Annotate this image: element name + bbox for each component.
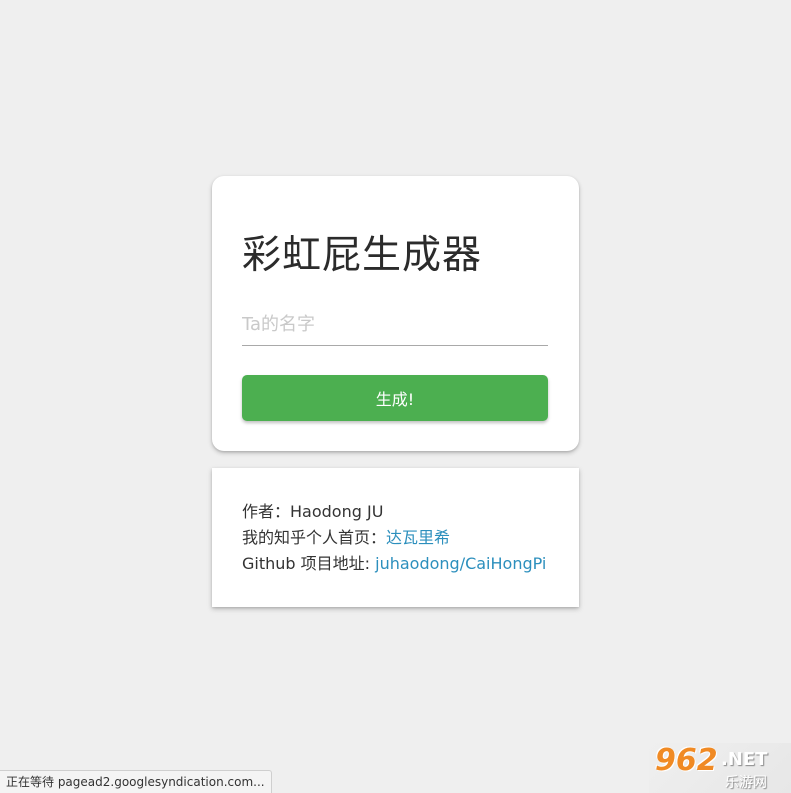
zhihu-line: 我的知乎个人首页：达瓦里希	[242, 525, 579, 551]
generate-button[interactable]: 生成!	[242, 375, 548, 421]
generator-card: 彩虹屁生成器 生成!	[212, 176, 579, 451]
watermark-number: 962	[655, 743, 718, 778]
browser-status-bar: 正在等待 pagead2.googlesyndication.com...	[0, 770, 272, 793]
site-watermark-logo: 962 .NET 乐游网	[649, 743, 791, 793]
github-link[interactable]: juhaodong/CaiHongPi	[375, 554, 546, 573]
zhihu-label: 我的知乎个人首页：	[242, 528, 387, 547]
watermark-net: .NET	[721, 749, 768, 770]
name-input[interactable]	[242, 304, 548, 346]
author-line: 作者：Haodong JU	[242, 499, 579, 525]
info-card: 作者：Haodong JU 我的知乎个人首页：达瓦里希 Github 项目地址:…	[212, 468, 579, 607]
github-label: Github 项目地址:	[242, 554, 376, 573]
author-label: 作者：	[242, 502, 291, 521]
watermark-cn: 乐游网	[725, 775, 767, 791]
author-name: Haodong JU	[290, 502, 384, 521]
page-title: 彩虹屁生成器	[242, 233, 483, 278]
zhihu-link[interactable]: 达瓦里希	[386, 528, 450, 547]
github-line: Github 项目地址: juhaodong/CaiHongPi	[242, 551, 579, 577]
